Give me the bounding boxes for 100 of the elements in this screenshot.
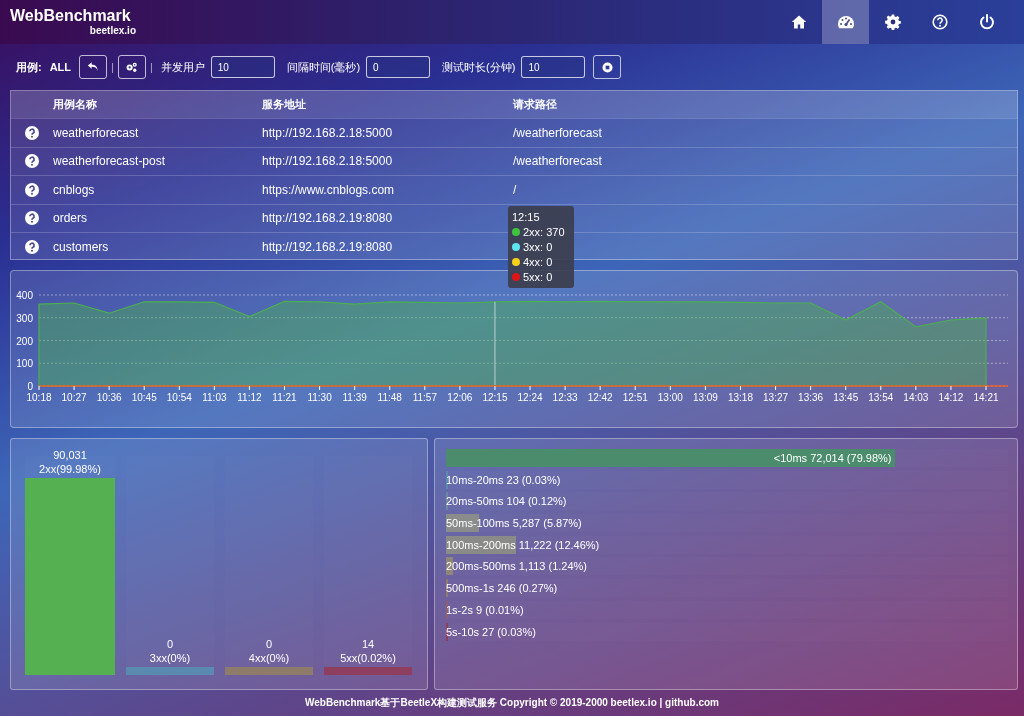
x-axis-label: 13:36 bbox=[798, 392, 824, 403]
app-title: WebBenchmark bbox=[10, 7, 132, 25]
field-label: 间隔时间(毫秒) bbox=[286, 59, 361, 75]
latency-label: 20ms-50ms 104 (0.12%) bbox=[446, 495, 567, 508]
x-axis-label: 11:30 bbox=[307, 392, 332, 403]
x-axis-label: 10:45 bbox=[131, 392, 157, 403]
gears-icon bbox=[125, 61, 139, 73]
y-axis-label: 200 bbox=[16, 335, 33, 347]
table-cell: / bbox=[513, 182, 517, 197]
table-cell: http://192.168.2.19:8080 bbox=[262, 239, 393, 254]
dashboard-icon bbox=[836, 14, 855, 30]
undo-icon bbox=[86, 61, 100, 73]
x-axis-label: 11:12 bbox=[237, 392, 262, 403]
latency-label: 100ms-200ms 11,222 (12.46%) bbox=[446, 538, 600, 551]
table-cell: /weatherforecast bbox=[513, 154, 602, 169]
gears-button[interactable] bbox=[117, 55, 146, 79]
x-axis-label: 11:03 bbox=[202, 392, 227, 403]
table-cell: weatherforecast bbox=[53, 125, 139, 140]
bar-label: 5xx(0.02%) bbox=[340, 651, 396, 666]
home-icon bbox=[790, 14, 807, 30]
number-field[interactable]: 10 bbox=[210, 56, 275, 78]
x-axis-label: 13:18 bbox=[727, 392, 753, 403]
x-axis-label: 12:33 bbox=[552, 392, 578, 403]
bar-label: 3xx(0%) bbox=[149, 651, 191, 666]
number-field[interactable]: 10 bbox=[521, 56, 586, 78]
x-axis-label: 12:06 bbox=[447, 392, 473, 403]
column-header: 请求路径 bbox=[513, 98, 557, 110]
y-axis-label: 300 bbox=[16, 312, 33, 324]
latency-label: 5s-10s 27 (0.03%) bbox=[446, 625, 536, 638]
x-axis-label: 13:45 bbox=[833, 392, 859, 403]
help-icon[interactable] bbox=[25, 154, 39, 169]
y-axis-label: 400 bbox=[16, 290, 33, 301]
table-cell: orders bbox=[53, 211, 87, 226]
x-axis-label: 10:27 bbox=[61, 392, 87, 403]
x-axis-label: 10:36 bbox=[96, 392, 122, 403]
table-cell: weatherforecast-post bbox=[53, 154, 166, 169]
settings-icon bbox=[884, 14, 901, 30]
separator: | bbox=[149, 61, 153, 73]
app-subtitle: beetlex.io bbox=[89, 25, 136, 37]
latency-label: 500ms-1s 246 (0.27%) bbox=[446, 582, 558, 595]
tooltip-value: 4xx: 0 bbox=[523, 256, 553, 268]
bar-value: 14 bbox=[361, 637, 375, 652]
latency-label: 10ms-20ms 23 (0.03%) bbox=[446, 473, 561, 486]
bar-label: 2xx(99.98%) bbox=[39, 461, 101, 476]
help-icon[interactable] bbox=[25, 239, 39, 254]
x-axis-label: 10:54 bbox=[166, 392, 192, 403]
x-axis-label: 14:21 bbox=[973, 392, 999, 403]
stop-icon bbox=[601, 61, 613, 73]
table-cell: /weatherforecast bbox=[513, 125, 602, 140]
field-label: 测试时长(分钟) bbox=[442, 59, 516, 75]
separator: | bbox=[111, 61, 114, 73]
power-icon bbox=[978, 14, 995, 30]
nav-button[interactable] bbox=[822, 0, 869, 44]
column-header: 服务地址 bbox=[262, 98, 306, 110]
table-cell: http://192.168.2.18:5000 bbox=[262, 125, 393, 140]
x-axis-label: 12:42 bbox=[587, 392, 613, 403]
x-axis-label: 13:54 bbox=[868, 392, 894, 403]
x-axis-label: 14:12 bbox=[938, 392, 964, 403]
tooltip-value: 3xx: 0 bbox=[523, 241, 553, 253]
latency-label: 200ms-500ms 1,113 (1.24%) bbox=[446, 560, 588, 573]
case-value[interactable]: ALL bbox=[49, 61, 72, 73]
y-axis-label: 100 bbox=[16, 358, 33, 370]
x-axis-label: 14:03 bbox=[903, 392, 929, 403]
column-header: 用例名称 bbox=[53, 98, 97, 110]
tooltip-title: 12:15 bbox=[512, 211, 541, 223]
help-icon[interactable] bbox=[25, 125, 39, 140]
x-axis-label: 11:21 bbox=[272, 392, 297, 403]
x-axis-label: 13:09 bbox=[692, 392, 718, 403]
x-axis-label: 13:27 bbox=[763, 392, 789, 403]
x-axis-label: 10:18 bbox=[26, 392, 52, 403]
x-axis-label: 11:48 bbox=[377, 392, 402, 403]
table-cell: cnblogs bbox=[53, 182, 95, 197]
tooltip-value: 5xx: 0 bbox=[523, 271, 553, 283]
undo-button[interactable] bbox=[79, 55, 108, 79]
tooltip-value: 2xx: 370 bbox=[523, 226, 565, 238]
table-cell: http://192.168.2.18:5000 bbox=[262, 154, 393, 169]
bar-value: 0 bbox=[265, 637, 273, 652]
table-cell: customers bbox=[53, 239, 109, 254]
x-axis-label: 12:24 bbox=[517, 392, 543, 403]
number-field[interactable]: 0 bbox=[366, 56, 431, 78]
footer-text: WebBenchmark基于BeetleX构建测试服务 Copyright © 2019-2000 beetlex.io | github.com bbox=[305, 696, 719, 710]
latency-label: 1s-2s 9 (0.01%) bbox=[446, 603, 524, 616]
help-icon[interactable] bbox=[25, 211, 39, 226]
bar-label: 4xx(0%) bbox=[248, 651, 290, 666]
help-icon[interactable] bbox=[25, 182, 39, 197]
table-cell: https://www.cnblogs.com bbox=[262, 182, 395, 197]
y-axis-label: 0 bbox=[27, 381, 33, 392]
latency-label: 50ms-100ms 5,287 (5.87%) bbox=[446, 517, 582, 530]
stop-button[interactable] bbox=[593, 55, 622, 79]
bar-value: 90,031 bbox=[53, 447, 87, 462]
x-axis-label: 12:51 bbox=[622, 392, 648, 403]
x-axis-label: 13:00 bbox=[657, 392, 683, 403]
x-axis-label: 12:15 bbox=[482, 392, 508, 403]
case-label: 用例: bbox=[16, 59, 42, 75]
help-icon bbox=[931, 14, 948, 30]
x-axis-label: 11:57 bbox=[412, 392, 437, 403]
bar-value: 0 bbox=[166, 637, 174, 652]
field-label: 并发用户 bbox=[160, 59, 205, 75]
latency-label: <10ms 72,014 (79.98%) bbox=[772, 452, 893, 464]
table-cell: http://192.168.2.19:8080 bbox=[262, 211, 393, 226]
